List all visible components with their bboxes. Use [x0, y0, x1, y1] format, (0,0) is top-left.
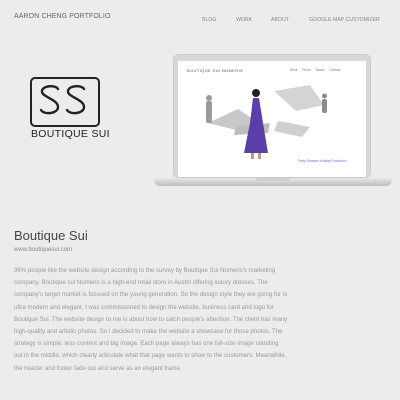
preview-caption: Party Dresses Holiday Promotion: [298, 159, 347, 163]
logo-mark: [30, 77, 100, 127]
model-leg: [251, 153, 254, 159]
nav-blog[interactable]: BLOG: [202, 17, 216, 23]
mannequin-head: [206, 95, 212, 101]
mannequin: [206, 101, 212, 123]
model-hair: [252, 89, 260, 97]
sculpture-shape: [274, 121, 310, 137]
project-description: 96% people like the website design accor…: [14, 267, 288, 372]
model-leg: [258, 153, 261, 159]
project-title: Boutique Sui: [14, 228, 88, 243]
main-nav: BLOG WORK ABOUT GOOGLE MAP CUSTOMIZER: [0, 17, 400, 27]
sculpture-shape: [274, 85, 324, 111]
site-header: AARON CHENG PORTFOLIO BLOG WORK ABOUT GO…: [0, 0, 400, 30]
nav-about[interactable]: ABOUT: [271, 17, 289, 23]
project-url-link[interactable]: www.boutiquesui.com: [14, 247, 72, 253]
nav-google-map-customizer[interactable]: GOOGLE MAP CUSTOMIZER: [309, 17, 380, 23]
logo-ss-icon: [39, 85, 86, 115]
laptop-notch: [256, 178, 290, 181]
website-preview-screen: BOUTIQUE SUI NUMERIS Work Photo Studio C…: [178, 61, 366, 177]
boutique-sui-logo: BOUTIQUE SUI: [30, 77, 110, 141]
nav-work[interactable]: WORK: [236, 17, 252, 23]
laptop-mockup: BOUTIQUE SUI NUMERIS Work Photo Studio C…: [154, 54, 392, 194]
mannequin-head: [322, 93, 327, 99]
logo-text: BOUTIQUE SUI: [31, 128, 110, 140]
mannequin: [322, 99, 327, 113]
